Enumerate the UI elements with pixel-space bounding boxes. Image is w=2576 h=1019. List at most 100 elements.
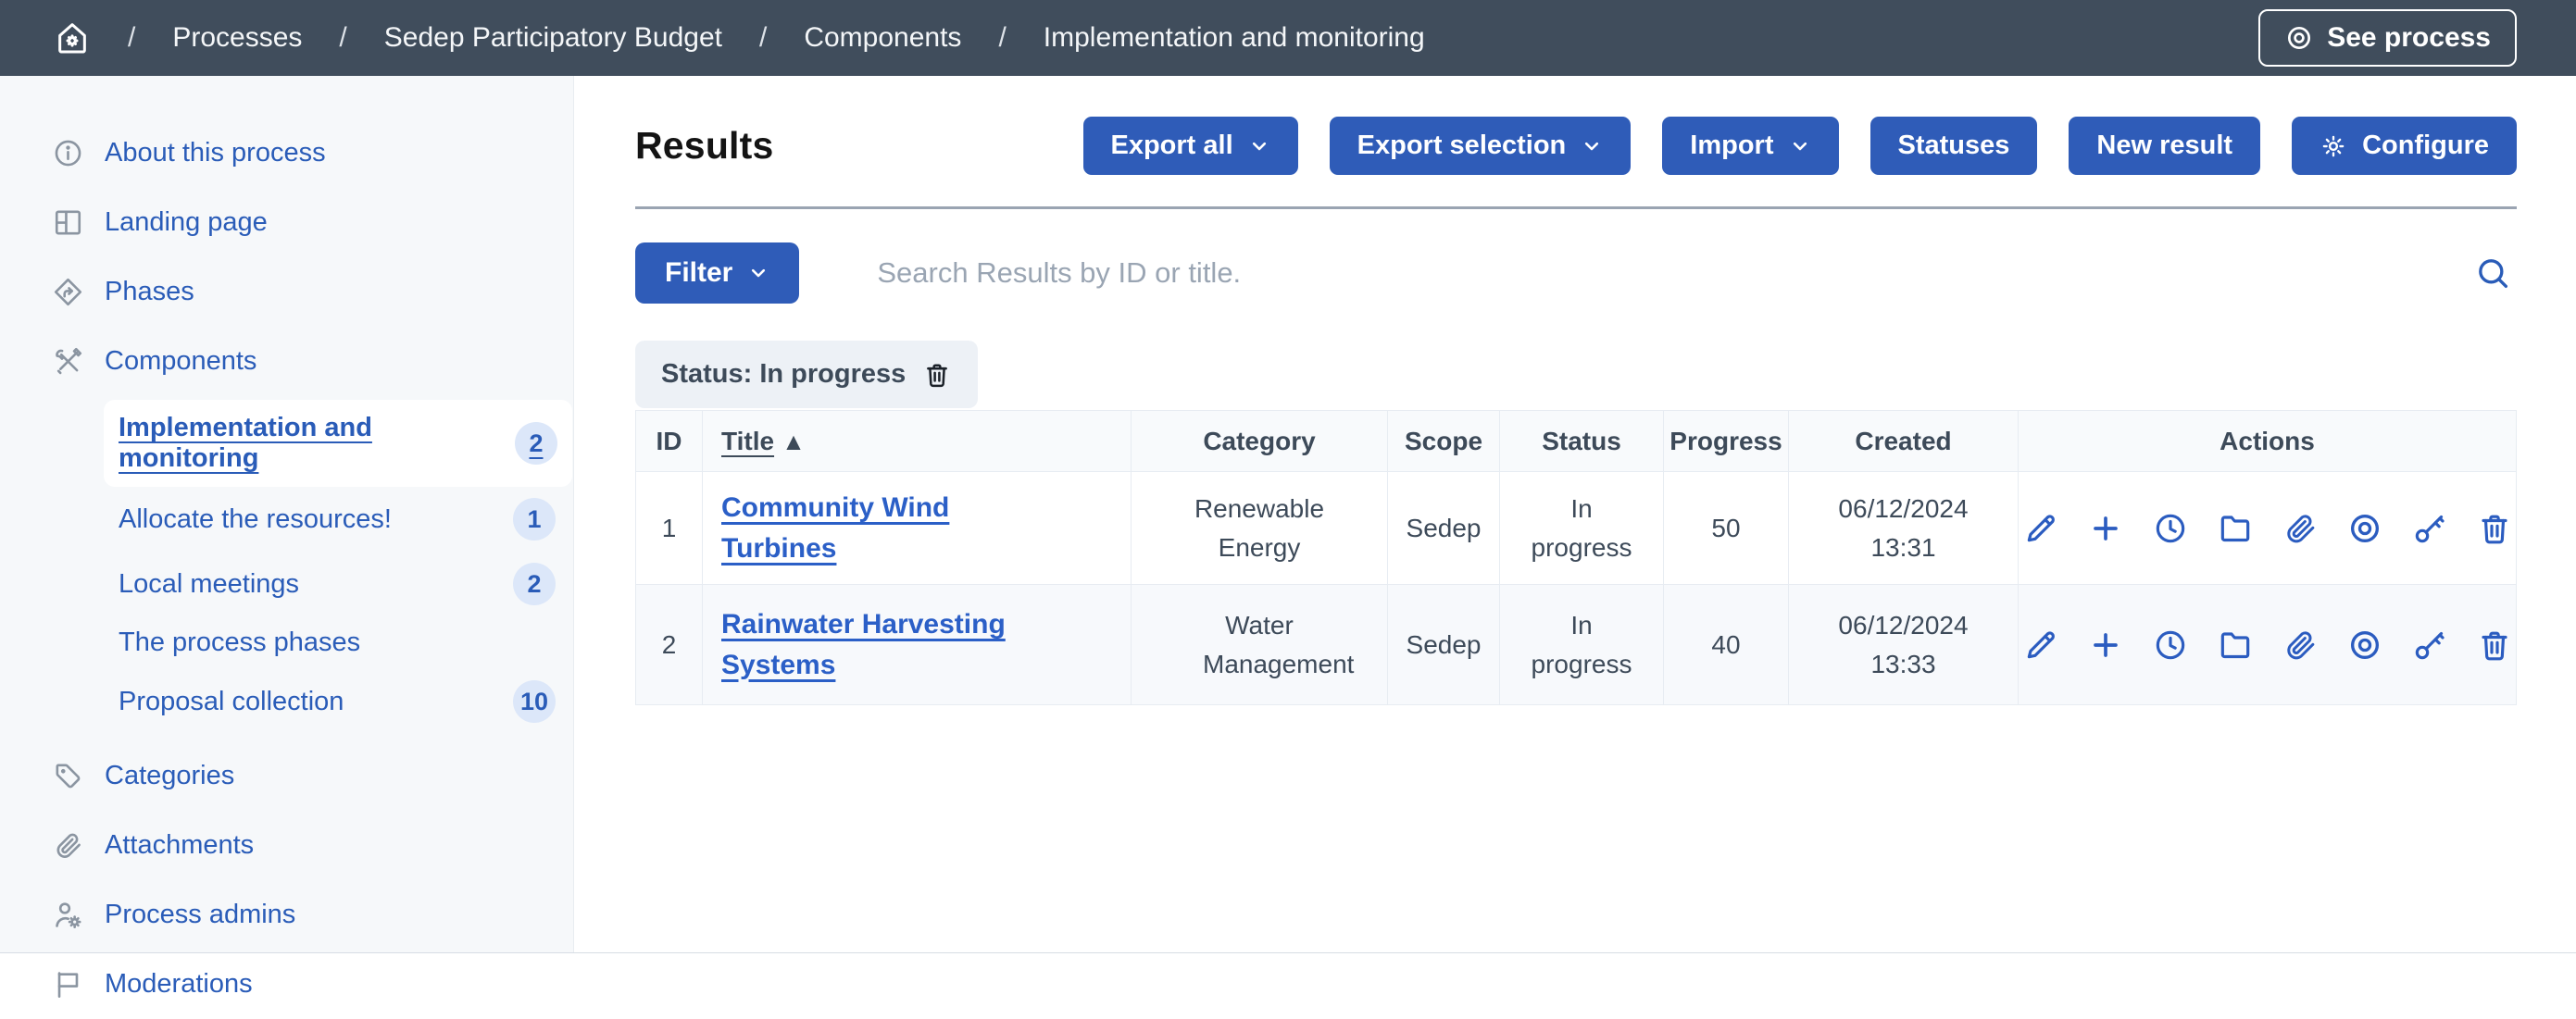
sidebar-subitem-allocate-the-resources[interactable]: Allocate the resources! 1: [119, 487, 567, 552]
search-submit-button[interactable]: [2469, 255, 2517, 292]
filter-button[interactable]: Filter: [635, 242, 799, 304]
count-badge: 2: [515, 422, 557, 465]
count-badge: 1: [513, 498, 556, 541]
cell-id: 1: [636, 472, 703, 585]
result-title-link[interactable]: Community Wind Turbines: [721, 488, 1064, 568]
cell-scope: Sedep: [1388, 472, 1500, 585]
result-title-link[interactable]: Rainwater Harvesting Systems: [721, 604, 1064, 685]
results-table: ID Title▲ Category Scope Status Progress…: [635, 410, 2517, 705]
process-sidebar: About this process Landing page Phases C…: [0, 76, 574, 952]
decidim-admin-page: / Processes / Sedep Participatory Budget…: [0, 0, 2576, 953]
breadcrumb-item-process[interactable]: Sedep Participatory Budget: [384, 22, 722, 54]
export-selection-label: Export selection: [1357, 130, 1567, 161]
sidebar-item-label: Phases: [105, 277, 194, 307]
cell-status: In progress: [1500, 472, 1664, 585]
new-result-button[interactable]: New result: [2069, 117, 2260, 175]
edit-icon[interactable]: [2022, 510, 2059, 547]
remove-filter-trash-icon[interactable]: [922, 360, 952, 390]
sidebar-item-attachments[interactable]: Attachments: [0, 811, 573, 880]
sidebar-item-about[interactable]: About this process: [0, 118, 573, 188]
table-row: 1 Community Wind Turbines Renewable Ener…: [636, 472, 2517, 585]
sidebar-item-label: Categories: [105, 761, 234, 791]
header-divider: [635, 206, 2517, 209]
import-button[interactable]: Import: [1662, 117, 1838, 175]
see-process-button[interactable]: See process: [2258, 9, 2517, 67]
search-icon: [2474, 255, 2511, 292]
tag-icon: [52, 760, 84, 792]
import-label: Import: [1690, 130, 1773, 161]
cell-category: Renewable Energy: [1132, 472, 1388, 585]
cell-scope: Sedep: [1388, 585, 1500, 705]
statuses-button[interactable]: Statuses: [1870, 117, 2038, 175]
permissions-key-icon[interactable]: [2411, 510, 2448, 547]
diamond-arrow-icon: [52, 276, 84, 308]
sidebar-subitem-the-process-phases[interactable]: The process phases: [119, 616, 567, 669]
chevron-down-icon: [747, 262, 769, 284]
breadcrumb-separator: /: [998, 22, 1006, 54]
folder-icon[interactable]: [2217, 627, 2254, 664]
new-result-label: New result: [2096, 130, 2232, 161]
gear-icon: [2320, 132, 2347, 160]
table-header-row: ID Title▲ Category Scope Status Progress…: [636, 411, 2517, 472]
sidebar-item-label: Components: [105, 346, 256, 377]
cell-progress: 50: [1664, 472, 1789, 585]
sidebar-item-categories[interactable]: Categories: [0, 741, 573, 811]
sidebar-item-process-admins[interactable]: Process admins: [0, 880, 573, 950]
sidebar-subitem-proposal-collection[interactable]: Proposal collection 10: [119, 669, 567, 734]
configure-button[interactable]: Configure: [2292, 117, 2517, 175]
header-scope: Scope: [1388, 411, 1500, 472]
timeline-clock-icon[interactable]: [2152, 510, 2189, 547]
filter-label: Filter: [665, 257, 732, 289]
preview-icon[interactable]: [2346, 627, 2383, 664]
sidebar-subitem-label: Implementation and monitoring: [119, 413, 515, 474]
header-created: Created: [1789, 411, 2019, 472]
sort-ascending-icon: ▲: [782, 428, 806, 456]
delete-trash-icon[interactable]: [2476, 627, 2513, 664]
export-all-button[interactable]: Export all: [1083, 117, 1298, 175]
chevron-down-icon: [1789, 135, 1811, 157]
breadcrumb-separator: /: [339, 22, 346, 54]
attachments-paperclip-icon[interactable]: [2282, 627, 2319, 664]
add-icon[interactable]: [2087, 627, 2124, 664]
info-icon: [52, 137, 84, 169]
active-filters-row: Status: In progress: [635, 341, 2517, 408]
sidebar-subitem-local-meetings[interactable]: Local meetings 2: [119, 552, 567, 616]
sidebar-subitem-label: Allocate the resources!: [119, 504, 392, 535]
breadcrumb-item-current[interactable]: Implementation and monitoring: [1044, 22, 1425, 54]
table-row: 2 Rainwater Harvesting Systems Water Man…: [636, 585, 2517, 705]
search-input[interactable]: [877, 256, 2469, 290]
breadcrumb-separator: /: [128, 22, 135, 54]
sidebar-item-moderations[interactable]: Moderations: [0, 950, 573, 1019]
add-icon[interactable]: [2087, 510, 2124, 547]
sidebar-item-label: Landing page: [105, 207, 268, 238]
sidebar-item-label: About this process: [105, 138, 326, 168]
breadcrumb-item-processes[interactable]: Processes: [172, 22, 302, 54]
sidebar-item-label: Attachments: [105, 830, 254, 861]
sidebar-item-label: Process admins: [105, 900, 295, 930]
timeline-clock-icon[interactable]: [2152, 627, 2189, 664]
home-link[interactable]: [54, 19, 91, 56]
permissions-key-icon[interactable]: [2411, 627, 2448, 664]
layout-icon: [52, 206, 84, 239]
export-selection-button[interactable]: Export selection: [1330, 117, 1632, 175]
sidebar-subitem-label: The process phases: [119, 628, 360, 658]
sidebar-item-landing-page[interactable]: Landing page: [0, 188, 573, 257]
folder-icon[interactable]: [2217, 510, 2254, 547]
preview-icon[interactable]: [2346, 510, 2383, 547]
sidebar-item-components[interactable]: Components: [0, 327, 573, 396]
sidebar-item-phases[interactable]: Phases: [0, 257, 573, 327]
attachments-paperclip-icon[interactable]: [2282, 510, 2319, 547]
paperclip-icon: [52, 829, 84, 862]
configure-label: Configure: [2362, 130, 2489, 161]
sort-by-title-link[interactable]: Title: [721, 427, 774, 455]
top-breadcrumb-bar: / Processes / Sedep Participatory Budget…: [0, 0, 2576, 76]
edit-icon[interactable]: [2022, 627, 2059, 664]
cell-id: 2: [636, 585, 703, 705]
cell-status: In progress: [1500, 585, 1664, 705]
sidebar-subitem-implementation-and-monitoring[interactable]: Implementation and monitoring 2: [104, 400, 572, 487]
breadcrumb-item-components[interactable]: Components: [804, 22, 961, 54]
delete-trash-icon[interactable]: [2476, 510, 2513, 547]
breadcrumb: / Processes / Sedep Participatory Budget…: [54, 19, 1425, 56]
flag-icon: [52, 968, 84, 1000]
cell-created: 06/12/2024 13:33: [1789, 585, 2019, 705]
